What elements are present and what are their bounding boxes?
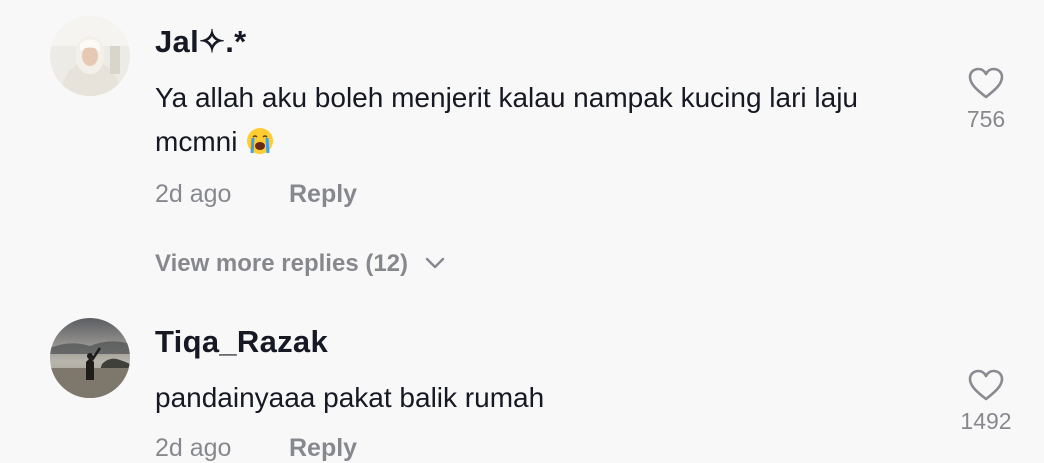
user-avatar-photo-icon bbox=[50, 16, 130, 96]
loudly-crying-face-emoji-icon bbox=[247, 128, 274, 154]
comment-meta: 2d ago Reply bbox=[155, 434, 357, 463]
chevron-down-icon bbox=[425, 257, 444, 268]
comment-time: 2d ago bbox=[155, 180, 232, 208]
view-more-replies-button[interactable]: View more replies (12) bbox=[155, 250, 445, 278]
comment-time: 2d ago bbox=[155, 434, 232, 462]
comment-username[interactable]: Tiqa_Razak bbox=[155, 324, 328, 360]
heart-icon bbox=[968, 369, 1004, 401]
comment-text: Ya allah aku boleh menjerit kalau nampak… bbox=[155, 76, 915, 164]
view-more-replies-label: View more replies (12) bbox=[155, 250, 409, 277]
like-button[interactable]: 756 bbox=[958, 66, 1014, 133]
like-button[interactable]: 1492 bbox=[958, 368, 1014, 435]
comment-item: Jal✧.* Ya allah aku boleh menjerit kalau… bbox=[0, 0, 1044, 250]
comment-username[interactable]: Jal✧.* bbox=[155, 24, 247, 60]
user-avatar-photo-icon bbox=[50, 318, 130, 398]
like-count: 1492 bbox=[960, 408, 1012, 434]
heart-icon bbox=[968, 67, 1004, 99]
comment-text: pandainyaaa pakat balik rumah bbox=[155, 376, 915, 420]
reply-button[interactable]: Reply bbox=[289, 180, 357, 209]
comment-meta: 2d ago Reply bbox=[155, 180, 357, 209]
comment-text-content: pandainyaaa pakat balik rumah bbox=[155, 382, 545, 413]
avatar[interactable] bbox=[50, 318, 130, 398]
comment-item: Tiqa_Razak pandainyaaa pakat balik rumah… bbox=[0, 310, 1044, 462]
avatar[interactable] bbox=[50, 16, 130, 96]
like-count: 756 bbox=[966, 106, 1006, 132]
reply-button[interactable]: Reply bbox=[289, 434, 357, 463]
